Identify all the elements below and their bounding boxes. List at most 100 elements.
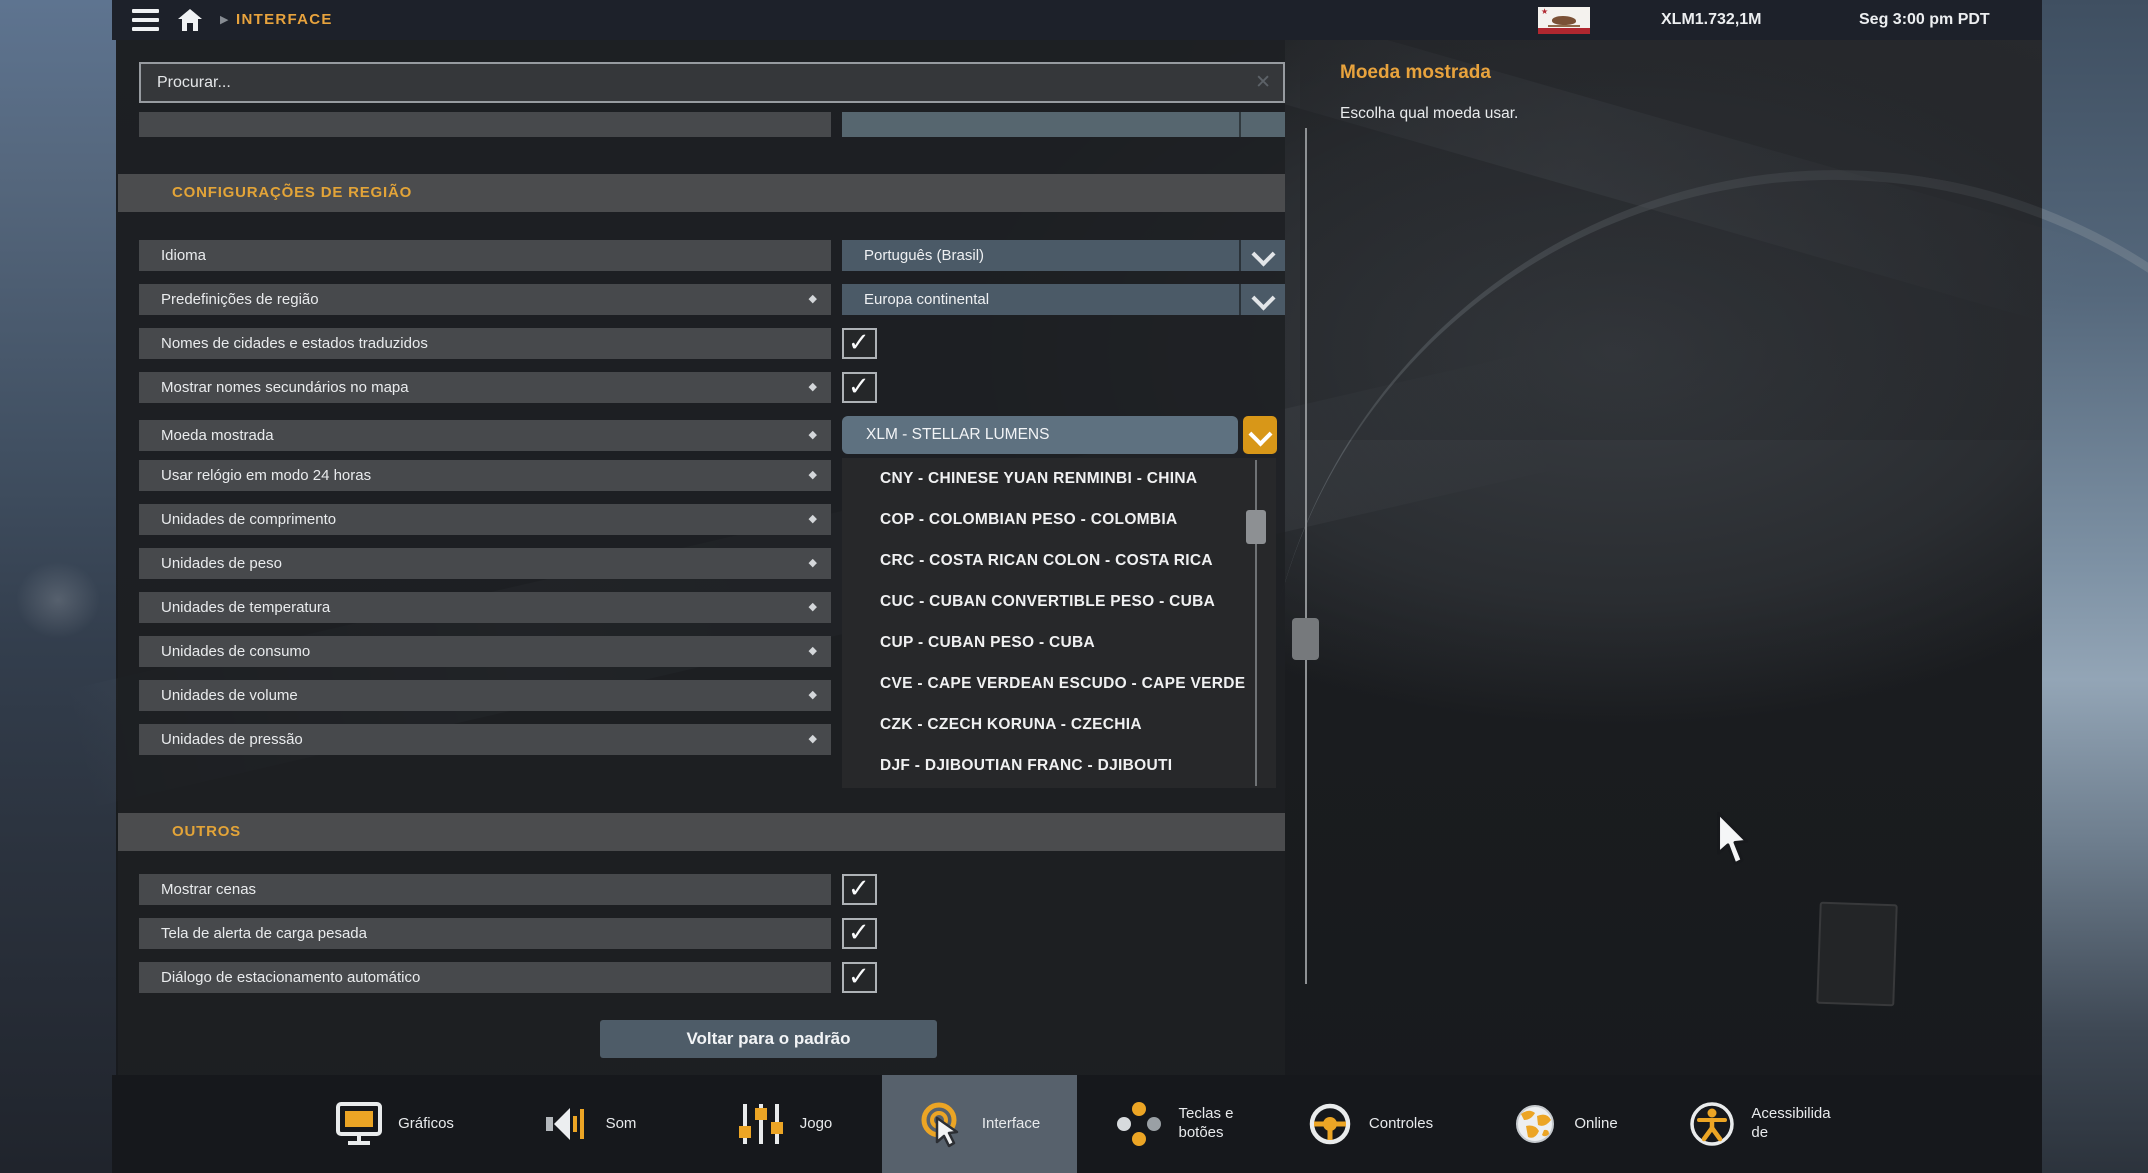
currency-option[interactable]: DJF - DJIBOUTIAN FRANC - DJIBOUTI [842,745,1276,786]
setting-label: Idioma [161,240,206,271]
chevron-down-icon [1239,284,1285,315]
setting-label-bar: Predefinições de região ◆ [139,284,831,315]
setting-label: Usar relógio em modo 24 horas [161,460,371,491]
currency-option[interactable]: CUP - CUBAN PESO - CUBA [842,622,1276,663]
top-bar: ▶ INTERFACE ★ XLM1.732,1M Seg 3:00 pm PD… [112,0,2042,40]
breadcrumb: INTERFACE [236,0,333,40]
currency-option[interactable]: CUC - CUBAN CONVERTIBLE PESO - CUBA [842,581,1276,622]
menu-icon[interactable] [132,9,159,31]
currency-dropdown-chevron-button[interactable] [1243,416,1277,454]
tab-acessibilidade[interactable]: Acessibilida de [1662,1075,1857,1173]
currency-option[interactable]: CZK - CZECH KORUNA - CZECHIA [842,704,1276,745]
currency-option[interactable]: CNY - CHINESE YUAN RENMINBI - CHINA [842,458,1276,499]
setting-label-bar: Idioma [139,240,831,271]
setting-label: Mostrar nomes secundários no mapa [161,372,409,403]
setting-row-moeda-mostrada: Moeda mostrada ◆ XLM - STELLAR LUMENS [139,416,1285,454]
setting-label-bar: Nomes de cidades e estados traduzidos [139,328,831,359]
setting-label: Unidades de consumo [161,636,310,667]
reset-default-button[interactable]: Voltar para o padrão [600,1020,937,1058]
dropdown-scrollbar-track[interactable] [1255,460,1257,786]
setting-label-bar: Tela de alerta de carga pesada [139,918,831,949]
section-title: OUTROS [172,813,241,851]
help-panel-description: Escolha qual moeda usar. [1340,105,1518,123]
flag-star-icon: ★ [1541,7,1548,17]
money-display: XLM1.732,1M [1661,0,1761,40]
check-icon: ✓ [848,917,870,948]
breadcrumb-arrow-icon: ▶ [220,0,228,40]
chevron-cell [1239,112,1285,137]
tab-label: Acessibilida de [1751,1105,1830,1143]
clipped-setting-label-bar [139,112,831,137]
setting-label: Unidades de volume [161,680,298,711]
tab-label: Gráficos [398,1115,454,1134]
currency-option[interactable]: COP - COLOMBIAN PESO - COLOMBIA [842,499,1276,540]
auto-parking-dialog-checkbox[interactable]: ✓ [842,962,877,993]
region-preset-dropdown[interactable]: Europa continental [842,284,1285,315]
modified-marker-icon: ◆ [809,680,817,711]
secondary-names-checkbox[interactable]: ✓ [842,372,877,403]
currency-option-label: CUC - CUBAN CONVERTIBLE PESO - CUBA [880,581,1215,622]
section-title: CONFIGURAÇÕES DE REGIÃO [172,174,412,212]
setting-label: Nomes de cidades e estados traduzidos [161,328,428,359]
tab-label: Jogo [800,1115,833,1134]
page-scrollbar-track[interactable] [1305,128,1307,984]
tab-label: Interface [982,1115,1040,1134]
setting-label-bar: Unidades de consumo ◆ [139,636,831,667]
help-panel-title: Moeda mostrada [1340,62,1491,84]
setting-label-bar: Mostrar cenas [139,874,831,905]
dropdown-value: Português (Brasil) [864,240,984,271]
currency-option-label: CVE - CAPE VERDEAN ESCUDO - CAPE VERDE [880,663,1245,704]
setting-label: Moeda mostrada [161,420,274,451]
setting-label-bar: Usar relógio em modo 24 horas ◆ [139,460,831,491]
tab-controles[interactable]: Controles [1272,1075,1467,1173]
check-icon: ✓ [848,873,870,904]
tab-interface[interactable]: Interface [882,1075,1077,1173]
tab-label: Controles [1369,1115,1433,1134]
currency-option[interactable]: CRC - COSTA RICAN COLON - COSTA RICA [842,540,1276,581]
setting-label: Unidades de comprimento [161,504,336,535]
setting-label-bar: Moeda mostrada ◆ [139,420,831,451]
currency-dropdown[interactable]: XLM - STELLAR LUMENS [842,416,1238,454]
currency-option-label: CUP - CUBAN PESO - CUBA [880,622,1095,663]
tab-som[interactable]: Som [492,1075,687,1173]
language-dropdown[interactable]: Português (Brasil) [842,240,1285,271]
clipped-setting-dropdown[interactable] [842,112,1285,137]
dropdown-value: XLM - STELLAR LUMENS [866,416,1049,454]
translated-names-checkbox[interactable]: ✓ [842,328,877,359]
setting-row-alerta-carga: Tela de alerta de carga pesada ✓ [139,918,1285,949]
setting-label-bar: Unidades de pressão ◆ [139,724,831,755]
section-header-outros: OUTROS [118,813,1285,851]
check-icon: ✓ [848,371,870,402]
setting-row-predefinicoes: Predefinições de região ◆ Europa contine… [139,284,1285,315]
currency-option-label: DJF - DJIBOUTIAN FRANC - DJIBOUTI [880,745,1172,786]
currency-option[interactable]: CVE - CAPE VERDEAN ESCUDO - CAPE VERDE [842,663,1276,704]
page-scrollbar-thumb[interactable] [1292,618,1319,660]
home-icon[interactable] [176,7,204,33]
accessibility-icon [1688,1100,1736,1148]
tab-graficos[interactable]: Gráficos [297,1075,492,1173]
modified-marker-icon: ◆ [809,284,817,315]
clear-search-icon[interactable]: ✕ [1255,64,1271,102]
setting-label-bar: Diálogo de estacionamento automático [139,962,831,993]
buttons-dpad-icon [1115,1100,1163,1148]
tab-online[interactable]: Online [1467,1075,1662,1173]
setting-label: Unidades de peso [161,548,282,579]
chevron-down-icon [1239,240,1285,271]
truck-cab-shadow [1300,40,2042,440]
dropdown-scrollbar-thumb[interactable] [1246,510,1266,544]
search-input[interactable]: Procurar... ✕ [139,62,1285,103]
setting-label: Mostrar cenas [161,874,256,905]
license-plate [1816,902,1898,1007]
setting-label: Diálogo de estacionamento automático [161,962,420,993]
setting-label-bar: Unidades de volume ◆ [139,680,831,711]
setting-label: Tela de alerta de carga pesada [161,918,367,949]
setting-label-bar: Mostrar nomes secundários no mapa ◆ [139,372,831,403]
flag-stripe [1538,28,1590,34]
tab-jogo[interactable]: Jogo [687,1075,882,1173]
flag-bear-icon [1552,16,1576,25]
heavy-cargo-alert-checkbox[interactable]: ✓ [842,918,877,949]
check-icon: ✓ [848,961,870,992]
show-scenes-checkbox[interactable]: ✓ [842,874,877,905]
setting-label: Unidades de pressão [161,724,303,755]
tab-teclas-botoes[interactable]: Teclas e botões [1077,1075,1272,1173]
